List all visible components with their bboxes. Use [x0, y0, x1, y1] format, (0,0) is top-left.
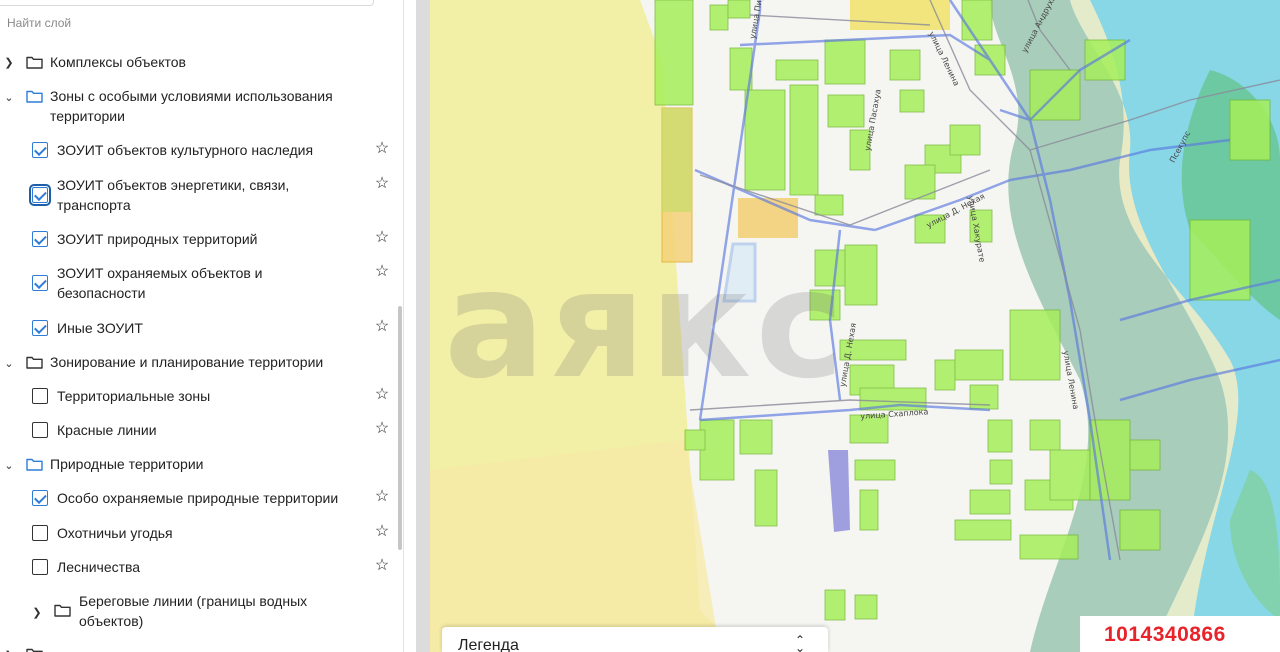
layer-label: Территориальные зоны — [57, 388, 211, 404]
map-canvas[interactable]: аякс улица Пирануа улица Пасахуа улица Д… — [430, 0, 1280, 652]
folder-icon — [54, 604, 71, 617]
zone-yellow-lower — [430, 440, 720, 652]
panel-divider — [403, 0, 404, 652]
group-label: Природные территории — [50, 456, 204, 472]
legend-panel[interactable]: Легенда ⌃ ⌄ — [442, 627, 828, 652]
layer-search[interactable]: Найти слой — [0, 0, 402, 36]
layer-checkbox[interactable] — [32, 388, 48, 404]
purple-parcel — [828, 450, 850, 532]
folder-open-icon — [26, 458, 43, 471]
star-icon[interactable]: ☆ — [374, 421, 390, 437]
listing-id: 1014340866 — [1104, 623, 1226, 646]
star-icon[interactable]: ☆ — [374, 176, 390, 192]
listing-id-badge: 1014340866 — [1080, 616, 1280, 652]
search-placeholder: Найти слой — [7, 16, 72, 30]
folder-icon — [26, 56, 43, 69]
layer-label: Иные ЗОУИТ — [57, 320, 143, 336]
search-input[interactable] — [0, 0, 374, 6]
scrollbar-thumb[interactable] — [398, 306, 402, 550]
watermark-text: аякс — [444, 238, 849, 412]
layer-checkbox[interactable] — [32, 422, 48, 438]
tree-group-zouit[interactable]: ⌄ Зоны с особыми условиями использования… — [0, 86, 398, 126]
star-icon[interactable]: ☆ — [374, 141, 390, 157]
group-label-line2: территории — [50, 108, 125, 124]
layer-label: Лесничества — [57, 559, 141, 575]
layer-checkbox[interactable] — [32, 320, 48, 336]
star-icon[interactable]: ☆ — [374, 387, 390, 403]
group-label-line2: объектов) — [79, 613, 144, 629]
layer-label-line1: ЗОУИТ объектов энергетики, связи, — [57, 177, 290, 193]
star-icon[interactable]: ☆ — [374, 230, 390, 246]
layer-label-line2: транспорта — [57, 197, 131, 213]
layer-zouit-energy[interactable]: ЗОУИТ объектов энергетики, связи, трансп… — [0, 175, 398, 215]
layer-label: ЗОУИТ объектов культурного наследия — [57, 142, 314, 158]
layers-panel: Найти слой ❯ Комплексы объектов ⌄ Зоны с… — [0, 0, 412, 652]
chevron-down-icon[interactable]: ⌄ — [3, 91, 15, 104]
layer-label: ЗОУИТ природных территорий — [57, 231, 258, 247]
layer-checkbox[interactable] — [32, 490, 48, 506]
group-label: Комплексы объектов — [50, 54, 186, 70]
layer-checkbox[interactable] — [32, 525, 48, 541]
layer-checkbox[interactable] — [32, 559, 48, 575]
chevron-down-icon[interactable]: ⌄ — [3, 459, 15, 472]
star-icon[interactable]: ☆ — [374, 524, 390, 540]
chevron-updown-icon[interactable]: ⌃ ⌄ — [795, 634, 805, 652]
star-icon[interactable]: ☆ — [374, 558, 390, 574]
group-label: Зонирование и планирование территории — [50, 354, 324, 370]
layer-checkbox[interactable] — [32, 275, 48, 291]
layer-label-line2: безопасности — [57, 285, 146, 301]
chevron-down-icon[interactable]: ⌄ — [3, 357, 15, 370]
folder-icon — [26, 648, 43, 652]
group-label-line1: Береговые линии (границы водных — [79, 593, 308, 609]
tree-subgroup-shorelines[interactable]: ❯ Береговые линии (границы водных объект… — [0, 591, 398, 631]
chevron-right-icon[interactable]: ❯ — [3, 56, 15, 69]
layer-checkbox[interactable] — [32, 142, 48, 158]
layer-label: Особо охраняемые природные территории — [57, 490, 339, 506]
zone-green-strip — [662, 108, 692, 212]
legend-title: Легенда — [458, 637, 519, 652]
panel-splitter[interactable] — [416, 0, 430, 652]
folder-open-icon — [26, 90, 43, 103]
star-icon[interactable]: ☆ — [374, 319, 390, 335]
folder-icon — [26, 356, 43, 369]
layer-zouit-security[interactable]: ЗОУИТ охраняемых объектов и безопасности… — [0, 263, 398, 303]
layer-label: Охотничьи угодья — [57, 525, 173, 541]
layer-label-line1: ЗОУИТ охраняемых объектов и — [57, 265, 263, 281]
layer-checkbox[interactable] — [29, 184, 51, 206]
star-icon[interactable]: ☆ — [374, 489, 390, 505]
zone-yellow-block — [850, 0, 950, 30]
layer-label: Красные линии — [57, 422, 157, 438]
chevron-right-icon[interactable]: ❯ — [31, 606, 43, 619]
group-label-line1: Зоны с особыми условиями использования — [50, 88, 333, 104]
layer-checkbox[interactable] — [32, 231, 48, 247]
star-icon[interactable]: ☆ — [374, 264, 390, 280]
